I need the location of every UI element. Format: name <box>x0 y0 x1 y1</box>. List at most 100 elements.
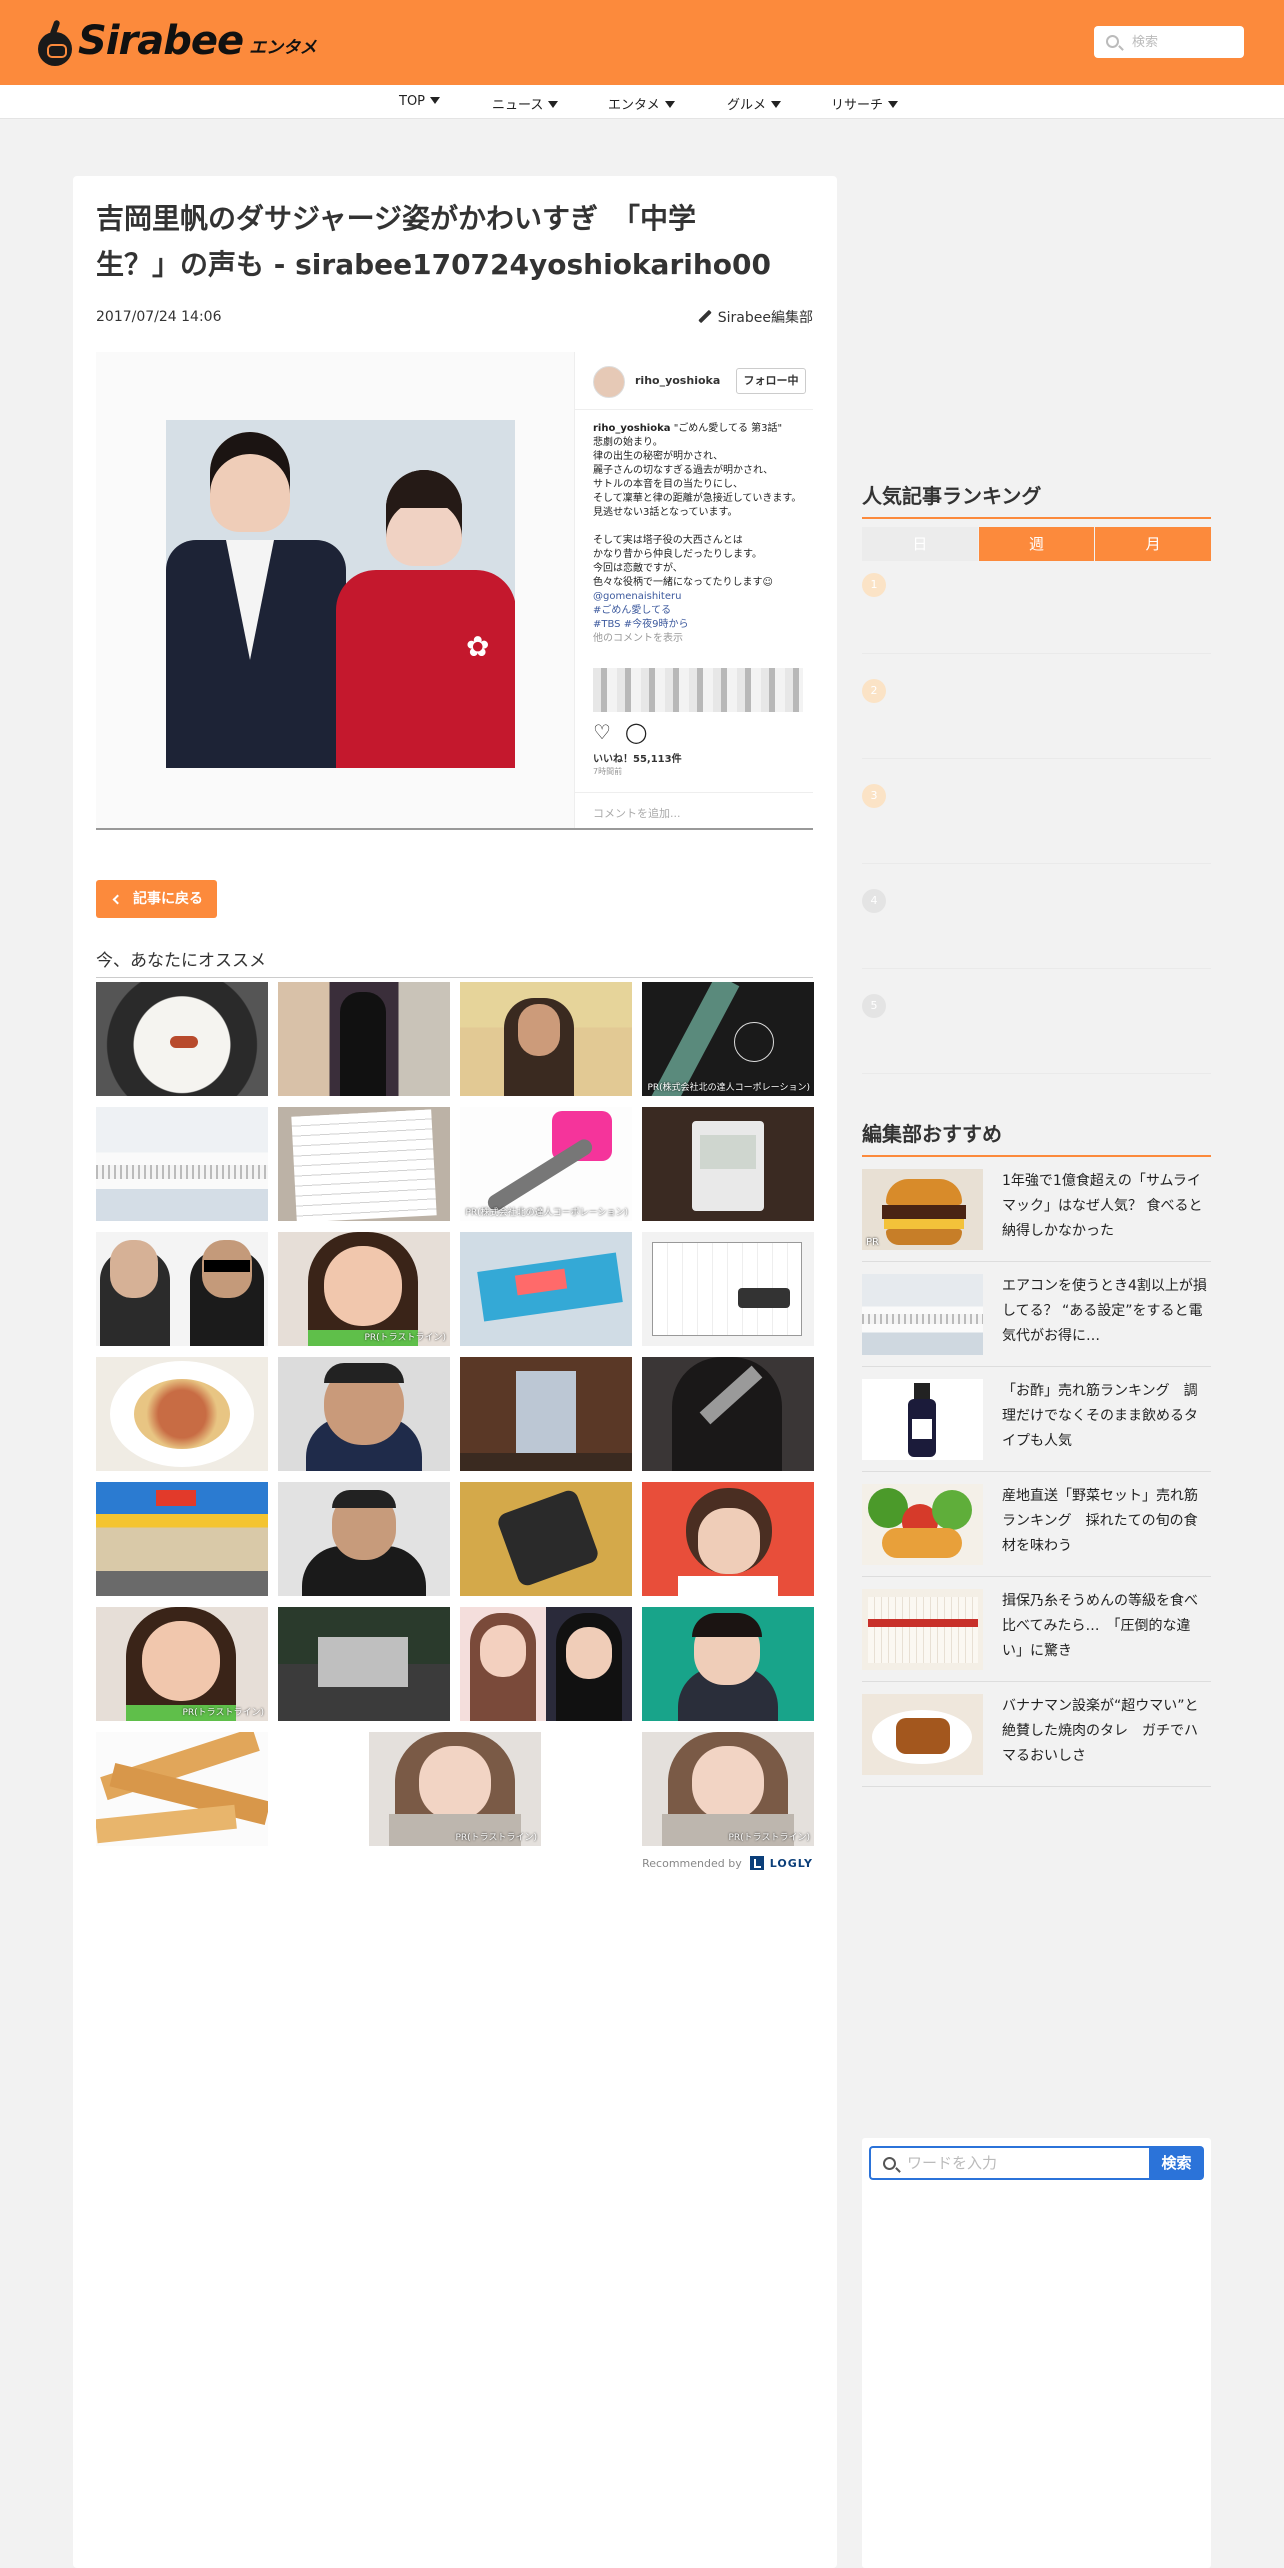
pencil-icon <box>698 310 712 324</box>
recommend-thumb-broken-glass[interactable]: PR(株式会社北の達人コーポレーション) <box>642 982 814 1096</box>
recommend-thumb-graph[interactable] <box>642 1232 814 1346</box>
person-red-jersey: ✿ <box>336 470 515 768</box>
pick-thumb-somen <box>862 1589 983 1670</box>
recommend-thumb-store[interactable] <box>278 982 450 1096</box>
recommend-thumb-meter[interactable] <box>642 1107 814 1221</box>
header-search <box>1094 26 1244 58</box>
recommend-thumb-woman-sweater-2[interactable]: PR(トラストライン) <box>642 1732 814 1846</box>
recommend-thumb-woman-sweater[interactable]: PR(トラストライン) <box>369 1732 541 1846</box>
editor-pick-item[interactable]: バナナマン設楽が“超ウマい”と絶賛した焼肉のタレ ガチでハマるおいしさ <box>862 1682 1211 1787</box>
recommend-thumb-restaurant[interactable] <box>96 1482 268 1596</box>
rank-number: 3 <box>862 784 886 808</box>
recommend-thumb-device[interactable]: PR(株式会社北の達人コーポレーション) <box>460 1107 632 1221</box>
recommend-thumb-packages[interactable] <box>460 1232 632 1346</box>
instagram-post-header: riho_yoshioka フォロー中 <box>575 352 813 410</box>
article-title-line-2: 生？」の声も - sirabee170724yoshiokariho00 <box>96 248 771 281</box>
recommend-thumb-two-men[interactable] <box>96 1232 268 1346</box>
editor-pick-item[interactable]: エアコンを使うとき4割以上が損してる？ “ある設定”をすると電気代がお得に… <box>862 1262 1211 1367</box>
chevron-left-icon <box>112 894 123 904</box>
editor-pick-item[interactable]: PR 1年強で1億食超えの「サムライマック」はなぜ人気？ 食べると納得しかなかっ… <box>862 1157 1211 1262</box>
sidebar-search-box <box>869 2146 1149 2180</box>
comment-bubble-icon: ◯ <box>624 720 648 744</box>
tab-weekly[interactable]: 週 <box>978 527 1095 561</box>
caret-down-icon <box>888 101 899 108</box>
recommend-thumb-notebook[interactable] <box>278 1107 450 1221</box>
star-emblem-icon: ✿ <box>466 630 490 663</box>
recommend-thumb-knife[interactable] <box>642 1357 814 1471</box>
recommend-thumb-woman-smiling-2[interactable]: PR(トラストライン) <box>96 1607 268 1721</box>
caption-tags: @gomenaishiteru #ごめん愛してる #TBS #今夜9時から <box>593 591 689 630</box>
rank-number: 1 <box>862 573 886 597</box>
recommend-thumb-young-man[interactable] <box>642 1482 814 1596</box>
recommend-thumb-truck[interactable] <box>278 1607 450 1721</box>
recommend-thumb-young-man-2[interactable] <box>642 1607 814 1721</box>
instagram-photo: ✿ <box>96 352 574 828</box>
site-logo[interactable]: Sirabee エンタメ <box>36 18 317 66</box>
nav-item-top[interactable]: TOP <box>399 94 441 109</box>
editor-pick-item[interactable]: 産地直送「野菜セット」売れ筋ランキング 採れたての旬の食材を味わう <box>862 1472 1211 1577</box>
recommend-thumb-wood-boards[interactable] <box>96 1732 268 1846</box>
instagram-caption: riho_yoshioka "ごめん愛してる 第3話" 悲劇の始まり。 律の出生… <box>593 422 808 646</box>
recommended-by-label: Recommended by <box>642 1856 742 1870</box>
divider <box>862 863 1211 864</box>
comment-field: コメントを追加... <box>575 792 813 828</box>
caret-down-icon <box>430 97 441 104</box>
nav-item-label: TOP <box>399 94 426 109</box>
nav-item-entame[interactable]: エンタメ <box>608 94 675 113</box>
recommend-thumb-aircon[interactable] <box>96 1107 268 1221</box>
recommended-by[interactable]: Recommended by LOGLY <box>642 1856 813 1870</box>
person-schoolgirl <box>166 430 346 768</box>
editor-picks-section: 編集部おすすめ PR 1年強で1億食超えの「サムライマック」はなぜ人気？ 食べる… <box>862 1118 1211 1787</box>
article-author[interactable]: Sirabee編集部 <box>698 307 813 327</box>
tab-monthly[interactable]: 月 <box>1095 527 1212 561</box>
instagram-username: riho_yoshioka <box>635 374 721 387</box>
recommend-thumb-rice[interactable] <box>96 982 268 1096</box>
pr-label: PR(株式会社北の達人コーポレーション) <box>465 1208 628 1218</box>
recommend-thumb-woman-smiling[interactable]: PR(トラストライン) <box>278 1232 450 1346</box>
header-search-input[interactable] <box>1132 30 1236 54</box>
caret-down-icon <box>771 101 782 108</box>
caret-down-icon <box>548 101 559 108</box>
tab-daily[interactable]: 日 <box>862 527 978 561</box>
pick-text: 揖保乃糸そうめんの等級を食べ比べてみたら… 「圧倒的な違い」に驚き <box>1002 1593 1198 1659</box>
comment-placeholder: コメントを追加... <box>593 807 681 820</box>
back-button-label: 記事に戻る <box>133 891 203 907</box>
recommend-thumb-man-suit[interactable] <box>278 1482 450 1596</box>
pick-thumb-yakiniku <box>862 1694 983 1775</box>
pr-label: PR(トラストライン) <box>728 1833 810 1843</box>
article-date: 2017/07/24 14:06 <box>96 309 222 325</box>
editor-pick-item[interactable]: 揖保乃糸そうめんの等級を食べ比べてみたら… 「圧倒的な違い」に驚き <box>862 1577 1211 1682</box>
divider <box>862 1073 1211 1074</box>
pr-label: PR(トラストライン) <box>182 1708 264 1718</box>
recommend-thumb-man-speaking[interactable] <box>460 982 632 1096</box>
recommend-thumb-idols[interactable] <box>460 1607 632 1721</box>
recommend-thumb-room[interactable] <box>460 1357 632 1471</box>
nav-item-label: ニュース <box>492 98 544 113</box>
pick-thumb-aircon <box>862 1274 983 1355</box>
editor-pick-item[interactable]: 「お酢」売れ筋ランキング 調理だけでなくそのまま飲めるタイプも人気 <box>862 1367 1211 1472</box>
photo-two-women: ✿ <box>166 420 515 768</box>
pr-label: PR(トラストライン) <box>364 1333 446 1343</box>
recommend-thumb-phone[interactable] <box>460 1482 632 1596</box>
sirabee-logo-icon <box>36 18 76 66</box>
sidebar-search-button[interactable]: 検索 <box>1149 2146 1204 2180</box>
logly-logo-icon <box>749 1856 764 1870</box>
pick-thumb-vegetables <box>862 1484 983 1565</box>
back-to-article-button[interactable]: 記事に戻る <box>96 880 217 918</box>
recommend-thumb-man-smiling[interactable] <box>278 1357 450 1471</box>
sidebar-search-widget: 検索 <box>862 2138 1211 2568</box>
recommend-thumb-pasta[interactable] <box>96 1357 268 1471</box>
article-main-image[interactable]: ✿ riho_yoshioka フォロー中 riho_yoshioka "ごめん… <box>96 352 813 830</box>
ranking-title: 人気記事ランキング <box>862 480 1211 519</box>
search-icon[interactable] <box>1106 35 1119 48</box>
post-time: 7時間前 <box>593 767 623 776</box>
nav-item-news[interactable]: ニュース <box>492 94 559 113</box>
ranking-tabs: 日 週 月 <box>862 527 1212 561</box>
pick-text: 産地直送「野菜セット」売れ筋ランキング 採れたての旬の食材を味わう <box>1002 1488 1198 1554</box>
caption-text: "ごめん愛してる 第3話" 悲劇の始まり。 律の出生の秘密が明かされ、 麗子さん… <box>593 423 802 588</box>
nav-item-research[interactable]: リサーチ <box>831 94 899 113</box>
like-count: いいね！55,113件 <box>593 754 682 765</box>
sidebar-search-input[interactable] <box>907 2152 1137 2174</box>
nav-item-gourmet[interactable]: グルメ <box>727 94 782 113</box>
pick-text: 「お酢」売れ筋ランキング 調理だけでなくそのまま飲めるタイプも人気 <box>1002 1383 1198 1449</box>
